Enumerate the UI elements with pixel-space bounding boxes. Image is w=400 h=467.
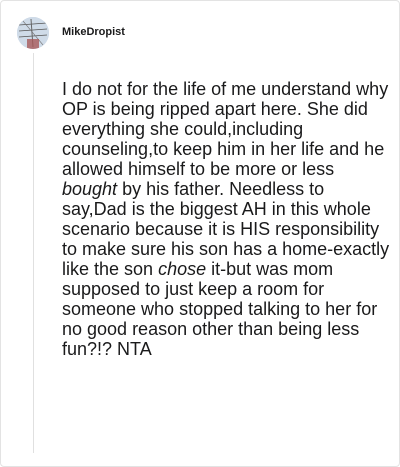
username[interactable]: MikeDropist [62, 26, 125, 38]
comment-card: MikeDropist I do not for the life of me … [0, 0, 400, 467]
comment-text: I do not for the life of me understand w… [62, 79, 389, 179]
comment-emphasis: bought [62, 179, 118, 199]
avatar-image [17, 17, 49, 49]
comment-emphasis: chose [158, 259, 207, 279]
comment-body: I do not for the life of me understand w… [62, 79, 392, 359]
user-avatar[interactable] [17, 17, 49, 49]
thread-line[interactable] [33, 53, 34, 453]
